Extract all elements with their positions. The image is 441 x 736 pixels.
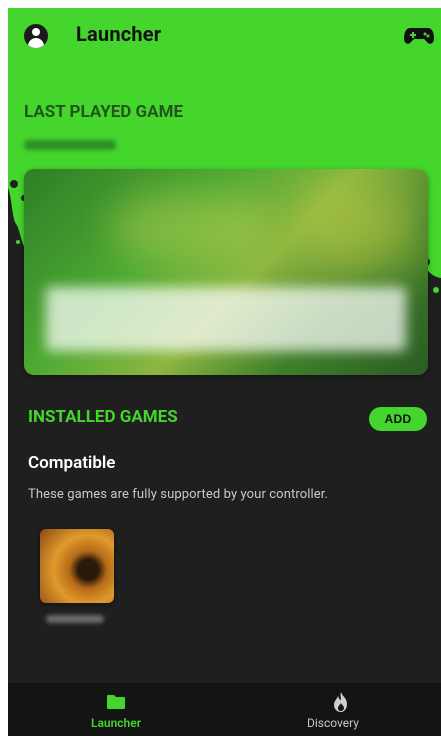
launcher-screen: Launcher LAST PLAYED GAME INSTALLED GAME… <box>8 8 441 736</box>
page-title: Launcher <box>76 22 162 46</box>
flame-icon <box>334 692 347 712</box>
folder-icon <box>107 695 125 709</box>
nav-label-launcher: Launcher <box>90 716 142 730</box>
last-played-game-card[interactable] <box>24 169 428 375</box>
installed-game-label <box>46 615 104 623</box>
last-played-subtitle <box>24 140 116 150</box>
add-game-button[interactable]: ADD <box>369 407 427 431</box>
nav-item-launcher[interactable]: Launcher <box>8 683 224 736</box>
installed-game-tile[interactable] <box>40 529 114 603</box>
account-circle-icon[interactable] <box>24 24 48 48</box>
last-played-heading: LAST PLAYED GAME <box>24 102 184 122</box>
gamepad-icon[interactable] <box>404 25 434 45</box>
nav-label-discovery: Discovery <box>307 716 359 730</box>
game-logo <box>46 287 406 351</box>
top-app-bar: Launcher <box>8 8 441 65</box>
installed-games-heading: INSTALLED GAMES <box>28 407 178 427</box>
compatible-description: These games are fully supported by your … <box>28 487 328 502</box>
nav-item-discovery[interactable]: Discovery <box>225 683 441 736</box>
compatible-title: Compatible <box>28 453 116 473</box>
bottom-navigation: Launcher Discovery <box>8 683 441 736</box>
